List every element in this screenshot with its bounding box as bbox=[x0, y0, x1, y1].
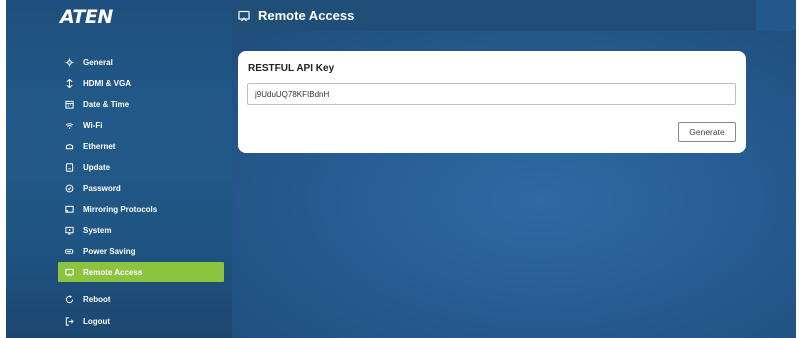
page-header: Remote Access bbox=[232, 0, 756, 31]
sidebar-item-ethernet[interactable]: Ethernet bbox=[58, 136, 224, 156]
sidebar-item-label: Remote Access bbox=[83, 267, 143, 277]
battery-icon bbox=[64, 246, 74, 256]
input-icon bbox=[64, 78, 74, 88]
sidebar-item-label: Password bbox=[83, 183, 121, 193]
page-title: Remote Access bbox=[258, 8, 355, 23]
sidebar-item-label: Date & Time bbox=[83, 99, 130, 109]
remote-access-icon bbox=[238, 10, 250, 22]
sidebar-item-label: Update bbox=[83, 162, 111, 172]
card-title: RESTFUL API Key bbox=[248, 63, 335, 74]
cast-icon bbox=[64, 204, 74, 214]
calendar-icon bbox=[64, 99, 74, 109]
update-icon bbox=[64, 162, 74, 172]
sidebar-item-label: Reboot bbox=[83, 294, 111, 304]
sidebar-item-password[interactable]: Password bbox=[58, 178, 224, 198]
password-icon bbox=[64, 183, 74, 193]
sidebar-item-label: System bbox=[83, 225, 112, 235]
settings-icon bbox=[64, 57, 74, 67]
sidebar-item-hdmi-vga[interactable]: HDMI & VGA bbox=[58, 73, 224, 93]
sidebar-item-update[interactable]: Update bbox=[58, 157, 224, 177]
sidebar-item-label: Wi-Fi bbox=[83, 120, 103, 130]
header-extension bbox=[756, 0, 796, 31]
main-content: RESTFUL API Key Generate bbox=[232, 31, 796, 338]
sidebar-item-system[interactable]: System bbox=[58, 220, 224, 240]
app-window: ATEN General HDMI & VGA Date & Time Wi-F… bbox=[6, 0, 796, 338]
sidebar-item-label: Logout bbox=[83, 316, 111, 326]
sidebar-item-wifi[interactable]: Wi-Fi bbox=[58, 115, 224, 135]
sidebar-item-label: General bbox=[83, 57, 113, 67]
sidebar-item-label: Ethernet bbox=[83, 141, 116, 151]
ethernet-icon bbox=[64, 141, 74, 151]
generate-button[interactable]: Generate bbox=[678, 122, 736, 142]
sidebar-item-label: Power Saving bbox=[83, 246, 136, 256]
sidebar-item-general[interactable]: General bbox=[58, 52, 224, 72]
sidebar-item-label: HDMI & VGA bbox=[83, 78, 131, 88]
sidebar-item-reboot[interactable]: Reboot bbox=[58, 289, 224, 309]
sidebar-item-label: Mirroring Protocols bbox=[83, 204, 158, 214]
sidebar-item-remote-access[interactable]: Remote Access bbox=[58, 262, 224, 282]
api-key-field[interactable] bbox=[247, 83, 736, 105]
api-key-card: RESTFUL API Key Generate bbox=[238, 51, 746, 153]
sidebar-item-date-time[interactable]: Date & Time bbox=[58, 94, 224, 114]
system-icon bbox=[64, 225, 74, 235]
sidebar-item-mirroring-protocols[interactable]: Mirroring Protocols bbox=[58, 199, 224, 219]
remote-access-icon bbox=[64, 267, 74, 277]
aten-logo: ATEN bbox=[60, 6, 113, 28]
sidebar-item-logout[interactable]: Logout bbox=[58, 311, 224, 331]
logout-icon bbox=[64, 316, 74, 326]
reboot-icon bbox=[64, 294, 74, 304]
wifi-icon bbox=[64, 120, 74, 130]
sidebar: ATEN General HDMI & VGA Date & Time Wi-F… bbox=[6, 0, 232, 338]
sidebar-item-power-saving[interactable]: Power Saving bbox=[58, 241, 224, 261]
